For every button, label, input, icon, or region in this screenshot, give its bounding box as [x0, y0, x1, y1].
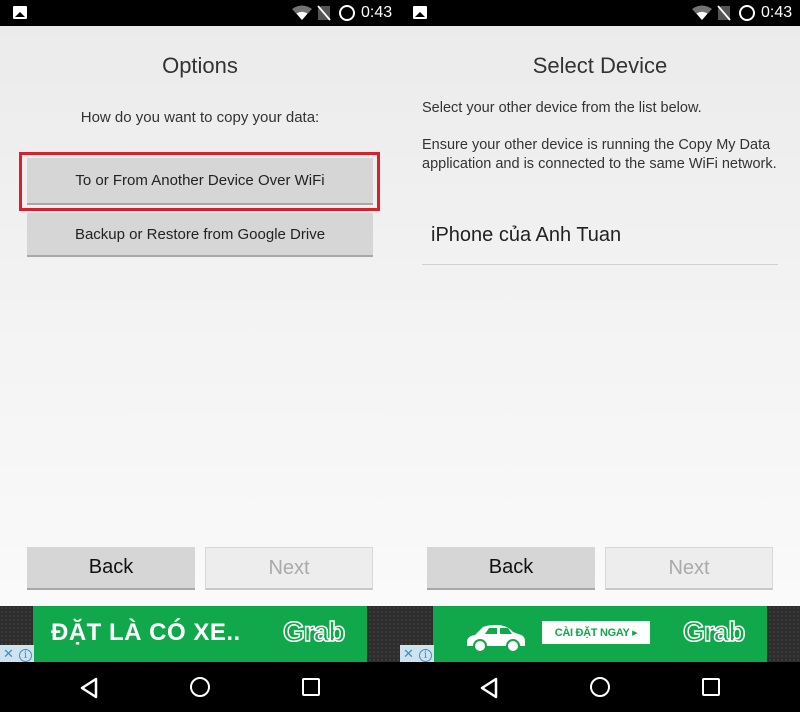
gallery-notification-icon: [413, 6, 427, 19]
nav-back-icon[interactable]: [78, 677, 100, 699]
wifi-transfer-button[interactable]: To or From Another Device Over WiFi: [27, 158, 373, 205]
page-title: Options: [162, 53, 238, 78]
options-screen: 0:43 Options How do you want to copy you…: [0, 0, 400, 712]
wifi-icon: [292, 5, 312, 20]
ad-info-glyph: i: [19, 649, 32, 662]
connection-note: Ensure your other device is running the …: [422, 137, 777, 172]
status-bar: 0:43: [0, 0, 400, 26]
device-name: iPhone của Anh Tuan: [431, 224, 622, 246]
no-sim-icon: [317, 5, 331, 21]
ad-close-icon[interactable]: ✕: [0, 645, 17, 662]
status-time: 0:43: [361, 4, 393, 21]
ad-info-icon[interactable]: i: [17, 645, 34, 662]
ad-headline: ĐẶT LÀ CÓ XE..: [51, 619, 241, 646]
grab-logo: Grab: [682, 615, 746, 648]
car-icon: [467, 625, 525, 653]
nav-recents-icon[interactable]: [702, 678, 720, 696]
nav-home-icon[interactable]: [190, 677, 210, 697]
select-device-screen: 0:43 Select Device Select your other dev…: [400, 0, 800, 712]
device-list-item[interactable]: iPhone của Anh Tuan: [422, 220, 778, 265]
select-instruction: Select your other device from the list b…: [422, 100, 702, 116]
wifi-icon: [692, 5, 712, 20]
install-now-button[interactable]: CÀI ĐẶT NGAY ▸: [542, 621, 650, 644]
ad-info-icon[interactable]: i: [417, 645, 434, 662]
page-title: Select Device: [532, 53, 668, 78]
ad-close-icon[interactable]: ✕: [400, 645, 417, 662]
grab-ad[interactable]: ĐẶT LÀ CÓ XE.. Grab: [33, 606, 367, 662]
nav-bar: [400, 662, 800, 712]
next-button[interactable]: Next: [205, 547, 373, 590]
nav-home-icon[interactable]: [590, 677, 610, 697]
select-device-content: Select Device Select your other device f…: [400, 26, 800, 606]
status-time: 0:43: [761, 4, 793, 21]
status-bar: 0:43: [400, 0, 800, 26]
nav-recents-icon[interactable]: [302, 678, 320, 696]
back-button[interactable]: Back: [27, 547, 195, 590]
grab-ad[interactable]: CÀI ĐẶT NGAY ▸ Grab: [433, 606, 767, 662]
grab-logo: Grab: [282, 615, 346, 648]
no-sim-icon: [717, 5, 731, 21]
ad-banner: ĐẶT LÀ CÓ XE.. Grab ✕ i: [0, 606, 400, 662]
back-button[interactable]: Back: [427, 547, 595, 590]
ad-banner: CÀI ĐẶT NGAY ▸ Grab ✕ i: [400, 606, 800, 662]
copy-method-prompt: How do you want to copy your data:: [80, 109, 320, 126]
gallery-notification-icon: [13, 6, 27, 19]
options-content: Options How do you want to copy your dat…: [0, 26, 400, 606]
google-drive-button[interactable]: Backup or Restore from Google Drive: [27, 213, 373, 257]
ad-info-glyph: i: [419, 649, 432, 662]
nav-bar: [0, 662, 400, 712]
nav-back-icon[interactable]: [478, 677, 500, 699]
battery-charging-icon: [339, 5, 355, 21]
next-button[interactable]: Next: [605, 547, 773, 590]
battery-charging-icon: [739, 5, 755, 21]
